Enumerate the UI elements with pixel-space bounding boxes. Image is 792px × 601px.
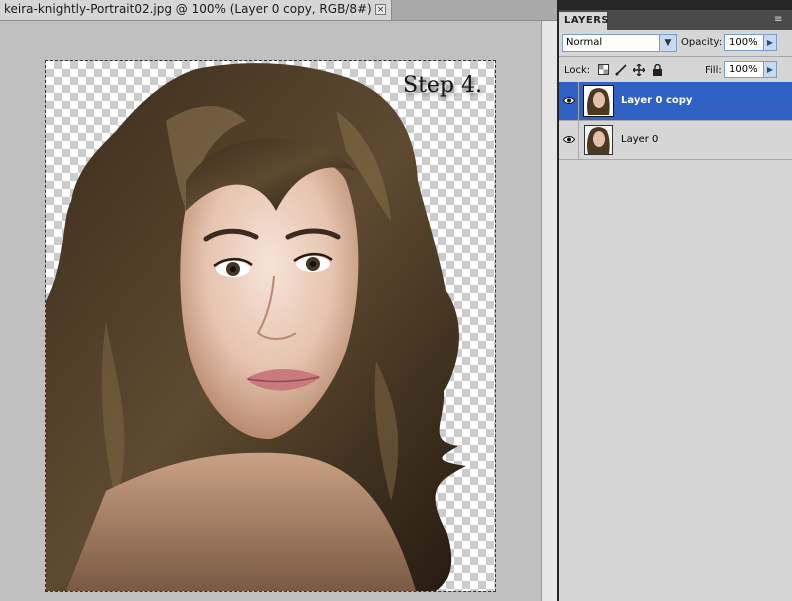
opacity-field[interactable]: 100% [724, 34, 764, 51]
layer-row-layer-0-copy[interactable]: Layer 0 copy [559, 82, 792, 121]
layer-thumbnail [583, 85, 614, 117]
layer-row-layer-0[interactable]: Layer 0 [559, 121, 792, 160]
blend-mode-value: Normal [566, 37, 603, 48]
fill-field[interactable]: 100% [724, 61, 764, 78]
fill-label: Fill: [705, 65, 722, 76]
close-document-button[interactable]: × [375, 4, 386, 15]
panel-tab-row: LAYERS ≡ [559, 10, 792, 30]
layer-thumbnail [584, 125, 613, 155]
document-title: keira-knightly-Portrait02.jpg @ 100% (La… [4, 2, 382, 16]
fill-slider-arrow-icon[interactable]: ▶ [763, 61, 777, 78]
divider [559, 56, 792, 57]
lock-image-icon[interactable] [615, 64, 627, 76]
step-label: Step 4. [403, 73, 482, 98]
chevron-down-icon[interactable]: ▼ [659, 35, 676, 51]
layer-name: Layer 0 [621, 134, 659, 145]
lock-transparent-icon[interactable] [597, 64, 609, 76]
lock-label: Lock: [564, 65, 591, 76]
eye-icon [563, 136, 575, 143]
panel-dock: LAYERS ≡ Normal ▼ Opacity: 100% ▶ Lock: … [557, 0, 792, 601]
portrait-image [46, 63, 466, 591]
document-tab-bar: keira-knightly-Portrait02.jpg @ 100% (La… [0, 0, 557, 21]
lock-all-icon[interactable] [651, 63, 663, 76]
visibility-toggle[interactable] [559, 121, 579, 159]
tab-layers[interactable]: LAYERS [559, 12, 609, 30]
opacity-slider-arrow-icon[interactable]: ▶ [763, 34, 777, 51]
blend-mode-select[interactable]: Normal ▼ [562, 34, 677, 52]
panel-menu-icon[interactable]: ≡ [774, 15, 786, 25]
layer-name: Layer 0 copy [621, 95, 693, 106]
document-tab[interactable]: keira-knightly-Portrait02.jpg @ 100% (La… [0, 0, 392, 20]
vertical-scrollbar[interactable] [541, 21, 557, 601]
visibility-toggle[interactable] [559, 82, 579, 120]
opacity-label: Opacity: [681, 37, 723, 48]
eye-icon [563, 97, 575, 104]
artboard[interactable]: Step 4. [45, 60, 496, 592]
lock-position-icon[interactable] [632, 63, 646, 77]
layers-panel: LAYERS ≡ Normal ▼ Opacity: 100% ▶ Lock: … [559, 10, 792, 601]
